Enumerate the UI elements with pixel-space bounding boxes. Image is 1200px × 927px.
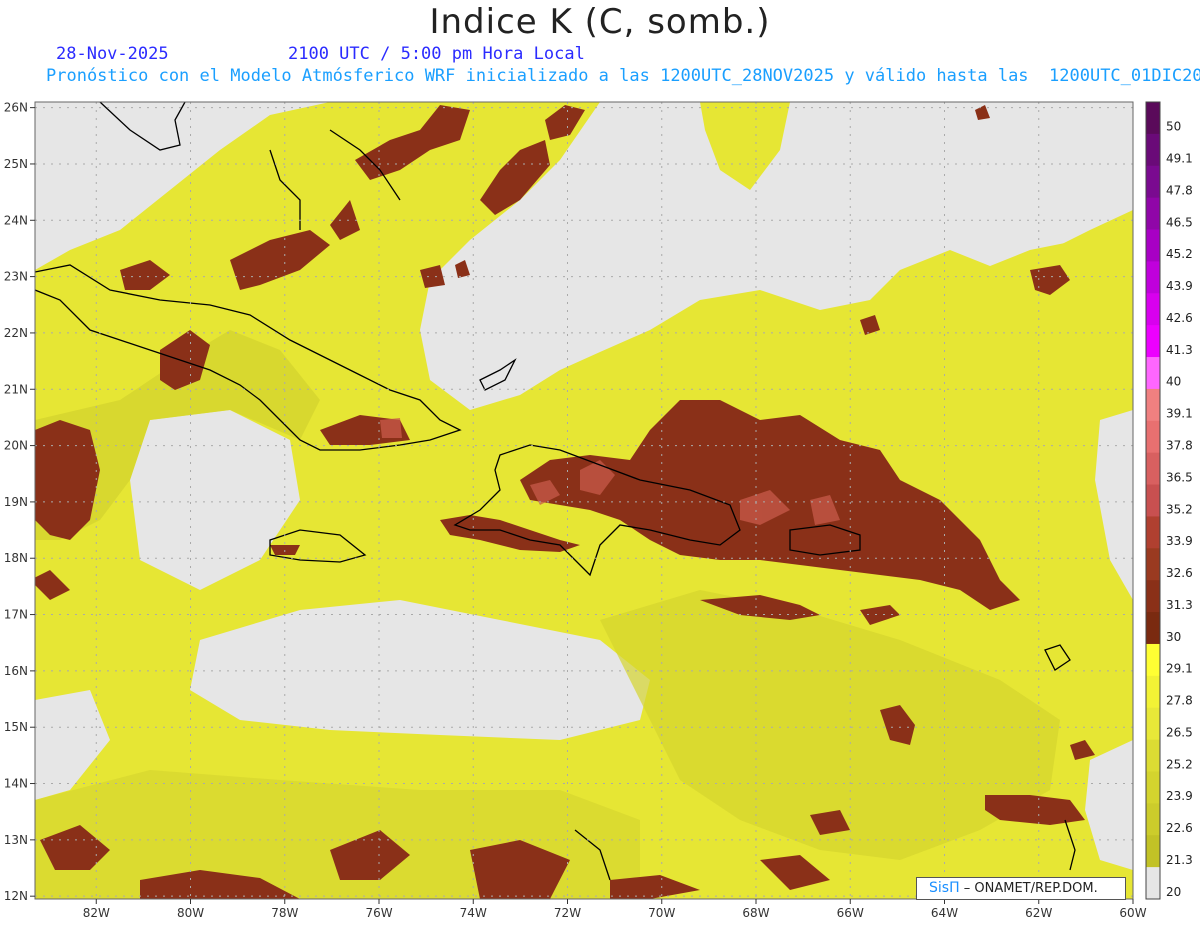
lat-tick-label: 16N xyxy=(4,664,28,678)
colorbar-swatch xyxy=(1146,165,1160,199)
lat-tick-label: 17N xyxy=(4,608,28,622)
lat-tick-label: 13N xyxy=(4,833,28,847)
colorbar-swatch xyxy=(1146,548,1160,581)
colorbar-swatch xyxy=(1146,612,1160,645)
colorbar-label: 21.3 xyxy=(1166,853,1193,867)
lat-tick-label: 25N xyxy=(4,157,28,171)
lon-tick-label: 74W xyxy=(460,906,487,920)
colorbar-swatch xyxy=(1146,803,1160,836)
colorbar-swatch xyxy=(1146,133,1160,167)
colorbar-swatch xyxy=(1146,325,1160,358)
colorbar-label: 43.9 xyxy=(1166,279,1193,293)
colorbar-swatch xyxy=(1146,102,1160,135)
colorbar-swatch xyxy=(1146,516,1160,549)
lat-tick-label: 19N xyxy=(4,495,28,509)
colorbar-label: 41.3 xyxy=(1166,343,1193,357)
lon-tick-label: 66W xyxy=(837,906,864,920)
lon-tick-label: 60W xyxy=(1119,906,1146,920)
colorbar-swatch xyxy=(1146,835,1160,868)
lat-tick-label: 15N xyxy=(4,720,28,734)
colorbar-label: 39.1 xyxy=(1166,407,1193,421)
colorbar-label: 37.8 xyxy=(1166,438,1193,452)
colorbar-swatch xyxy=(1146,484,1160,517)
lon-tick-label: 82W xyxy=(83,906,110,920)
source-badge: SisΠ – ONAMET/REP.DOM. xyxy=(916,877,1126,900)
colorbar: 50 49.1 47.8 46.5 45.2 43.9 42.6 41.3 40 39.1 37.8… xyxy=(1145,101,1193,900)
latitude-labels: 26N 25N 24N 23N 22N 21N 20N 19N 18N 17N 16N 15N 14N 1… xyxy=(4,101,35,903)
colorbar-swatch xyxy=(1146,357,1160,390)
colorbar-swatch xyxy=(1146,452,1160,486)
colorbar-label: 40 xyxy=(1166,375,1181,389)
lon-tick-label: 78W xyxy=(271,906,298,920)
lat-tick-label: 24N xyxy=(4,213,28,227)
colorbar-label: 32.6 xyxy=(1166,566,1193,580)
lat-tick-label: 26N xyxy=(4,101,28,115)
colorbar-swatch xyxy=(1146,643,1160,677)
colorbar-label: 50 xyxy=(1166,120,1181,134)
lon-tick-label: 70W xyxy=(648,906,675,920)
lat-tick-label: 12N xyxy=(4,889,28,903)
colorbar-label: 30 xyxy=(1166,630,1181,644)
colorbar-swatch xyxy=(1146,420,1160,454)
colorbar-label: 47.8 xyxy=(1166,183,1193,197)
colorbar-label: 45.2 xyxy=(1166,247,1193,261)
colorbar-label: 26.5 xyxy=(1166,725,1193,739)
colorbar-swatch xyxy=(1146,675,1160,709)
colorbar-label: 23.9 xyxy=(1166,789,1193,803)
lat-tick-label: 22N xyxy=(4,326,28,340)
lon-tick-label: 62W xyxy=(1025,906,1052,920)
colorbar-swatch xyxy=(1146,707,1160,741)
lat-tick-label: 18N xyxy=(4,551,28,565)
colorbar-swatch xyxy=(1146,197,1160,231)
lon-tick-label: 76W xyxy=(365,906,392,920)
colorbar-swatch xyxy=(1146,388,1160,422)
colorbar-swatch xyxy=(1146,771,1160,804)
colorbar-label: 25.2 xyxy=(1166,757,1193,771)
lon-tick-label: 80W xyxy=(177,906,204,920)
colorbar-label: 20 xyxy=(1166,885,1181,899)
k-index-map: 82W 80W 78W 76W 74W 72W 70W 68W 66W 64W 62W 60W 26N… xyxy=(4,101,1193,920)
lat-tick-label: 14N xyxy=(4,777,28,791)
colorbar-label: 33.9 xyxy=(1166,534,1193,548)
lat-tick-label: 20N xyxy=(4,439,28,453)
colorbar-swatch xyxy=(1146,293,1160,326)
colorbar-swatch xyxy=(1146,739,1160,772)
colorbar-label: 27.8 xyxy=(1166,694,1193,708)
colorbar-swatch xyxy=(1146,229,1160,262)
colorbar-label: 35.2 xyxy=(1166,502,1193,516)
colorbar-label: 36.5 xyxy=(1166,470,1193,484)
colorbar-label: 42.6 xyxy=(1166,311,1193,325)
colorbar-swatch xyxy=(1146,580,1160,613)
longitude-labels: 82W 80W 78W 76W 74W 72W 70W 68W 66W 64W 62W 60W xyxy=(83,899,1147,920)
colorbar-label: 46.5 xyxy=(1166,215,1193,229)
lon-tick-label: 72W xyxy=(554,906,581,920)
lat-tick-label: 21N xyxy=(4,382,28,396)
colorbar-label: 31.3 xyxy=(1166,598,1193,612)
lon-tick-label: 68W xyxy=(742,906,769,920)
colorbar-label: 22.6 xyxy=(1166,821,1193,835)
sis-logo-text: SisΠ xyxy=(929,880,960,896)
colorbar-label: 29.1 xyxy=(1166,662,1193,676)
colorbar-swatch xyxy=(1146,867,1160,900)
colorbar-label: 49.1 xyxy=(1166,152,1193,166)
colorbar-swatch xyxy=(1146,261,1160,294)
source-org: ONAMET/REP.DOM. xyxy=(974,881,1098,896)
lat-tick-label: 23N xyxy=(4,270,28,284)
lon-tick-label: 64W xyxy=(931,906,958,920)
